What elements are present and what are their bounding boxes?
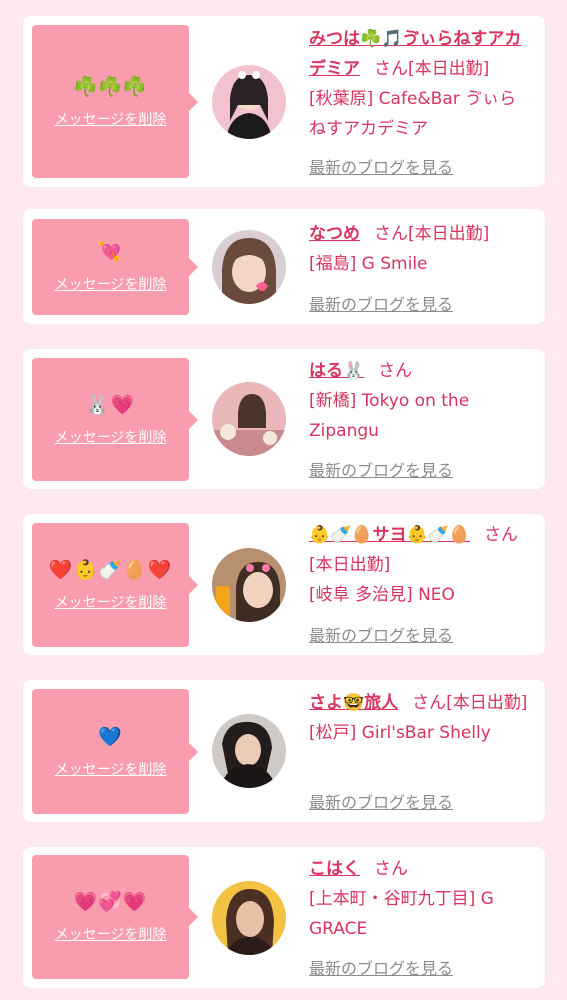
honorific: さん: [374, 224, 408, 244]
shop-location: [福島] G Smile: [309, 254, 428, 274]
work-status: [本日出勤]: [408, 59, 490, 79]
cast-name-link[interactable]: さよ🤓旅人: [309, 693, 398, 713]
avatar[interactable]: [212, 65, 286, 139]
delete-message-link[interactable]: メッセージを削除: [55, 427, 167, 447]
message-emoji: 🐰💗: [85, 393, 136, 416]
avatar-photo: [212, 230, 286, 304]
message-card: ☘️☘️☘️ メッセージを削除 みつは☘️🎵ゔぃらねすアカデミア さん[本日出勤]…: [23, 16, 545, 187]
cast-name-link[interactable]: こはく: [309, 859, 360, 879]
work-status: [本日出勤]: [446, 693, 528, 713]
card-info: なつめ さん[本日出勤] [福島] G Smile: [309, 219, 533, 279]
latest-blog-link[interactable]: 最新のブログを見る: [309, 291, 453, 315]
honorific: さん: [378, 361, 413, 381]
message-card: ❤️👶🍼🥚❤️ メッセージを削除 👶🍼🥚サヨ👶🍼🥚 さん [本日出勤] [岐阜 多治…: [23, 514, 545, 655]
message-bubble: 💙 メッセージを削除: [32, 689, 198, 814]
latest-blog-link[interactable]: 最新のブログを見る: [309, 154, 453, 178]
card-info: みつは☘️🎵ゔぃらねすアカデミア さん[本日出勤] [秋葉原] Cafe&Bar …: [309, 24, 533, 144]
shop-location: [松戸] Girl'sBar Shelly: [309, 723, 491, 743]
message-card: 🐰💗 メッセージを削除 はる🐰 さん [新橋] Tokyo on the Zipa…: [23, 349, 545, 489]
card-info: さよ🤓旅人 さん[本日出勤] [松戸] Girl'sBar Shelly: [309, 688, 533, 748]
avatar[interactable]: [212, 714, 286, 788]
message-bubble: ❤️👶🍼🥚❤️ メッセージを削除: [32, 523, 198, 647]
shop-location: [岐阜 多治見] NEO: [309, 585, 455, 605]
message-card: 💘 メッセージを削除 なつめ さん[本日出勤] [福島] G Smile 最新のブ…: [23, 209, 545, 324]
avatar[interactable]: [212, 548, 286, 622]
latest-blog-link[interactable]: 最新のブログを見る: [309, 457, 453, 481]
delete-message-link[interactable]: メッセージを削除: [55, 109, 167, 129]
message-bubble: 💘 メッセージを削除: [32, 219, 198, 315]
card-info: はる🐰 さん [新橋] Tokyo on the Zipangu: [309, 356, 533, 446]
delete-message-link[interactable]: メッセージを削除: [55, 274, 167, 294]
avatar-photo: [212, 382, 286, 456]
shop-location: [新橋] Tokyo on the Zipangu: [309, 391, 470, 441]
avatar-photo: [212, 714, 286, 788]
latest-blog-link[interactable]: 最新のブログを見る: [309, 622, 453, 646]
message-card: 💙 メッセージを削除 さよ🤓旅人 さん[本日出勤] [松戸] Girl'sBar …: [23, 680, 545, 822]
avatar[interactable]: [212, 382, 286, 456]
work-status: [本日出勤]: [309, 555, 391, 575]
message-bubble: ☘️☘️☘️ メッセージを削除: [32, 25, 198, 178]
avatar-photo: [212, 548, 286, 622]
shop-location: [秋葉原] Cafe&Bar ゔぃらねすアカデミア: [309, 89, 517, 139]
message-card: 💗💞💗 メッセージを削除 こはく さん [上本町・谷町九丁目] G GRACE 最…: [23, 847, 545, 988]
delete-message-link[interactable]: メッセージを削除: [55, 924, 167, 944]
message-bubble: 🐰💗 メッセージを削除: [32, 358, 198, 481]
delete-message-link[interactable]: メッセージを削除: [55, 759, 167, 779]
card-info: こはく さん [上本町・谷町九丁目] G GRACE: [309, 854, 533, 944]
avatar[interactable]: [212, 881, 286, 955]
delete-message-link[interactable]: メッセージを削除: [55, 592, 167, 612]
message-emoji: 💗💞💗: [73, 891, 148, 913]
avatar-photo: [212, 65, 286, 139]
cast-name-link[interactable]: はる🐰: [309, 361, 364, 381]
message-emoji: ❤️👶🍼🥚❤️: [48, 559, 173, 581]
message-emoji: ☘️☘️☘️: [73, 75, 148, 98]
honorific: さん: [374, 859, 408, 879]
honorific: さん: [412, 693, 447, 713]
message-emoji: 💘: [98, 241, 123, 263]
honorific: さん: [374, 59, 408, 79]
avatar-photo: [212, 881, 286, 955]
latest-blog-link[interactable]: 最新のブログを見る: [309, 789, 453, 813]
card-info: 👶🍼🥚サヨ👶🍼🥚 さん [本日出勤] [岐阜 多治見] NEO: [309, 520, 533, 610]
latest-blog-link[interactable]: 最新のブログを見る: [309, 955, 453, 979]
cast-name-link[interactable]: 👶🍼🥚サヨ👶🍼🥚: [309, 525, 470, 545]
avatar[interactable]: [212, 230, 286, 304]
message-emoji: 💙: [98, 725, 123, 748]
honorific: さん: [484, 525, 519, 545]
cast-name-link[interactable]: なつめ: [309, 224, 360, 244]
shop-location: [上本町・谷町九丁目] G GRACE: [309, 889, 494, 939]
work-status: [本日出勤]: [408, 224, 490, 244]
message-bubble: 💗💞💗 メッセージを削除: [32, 855, 198, 979]
